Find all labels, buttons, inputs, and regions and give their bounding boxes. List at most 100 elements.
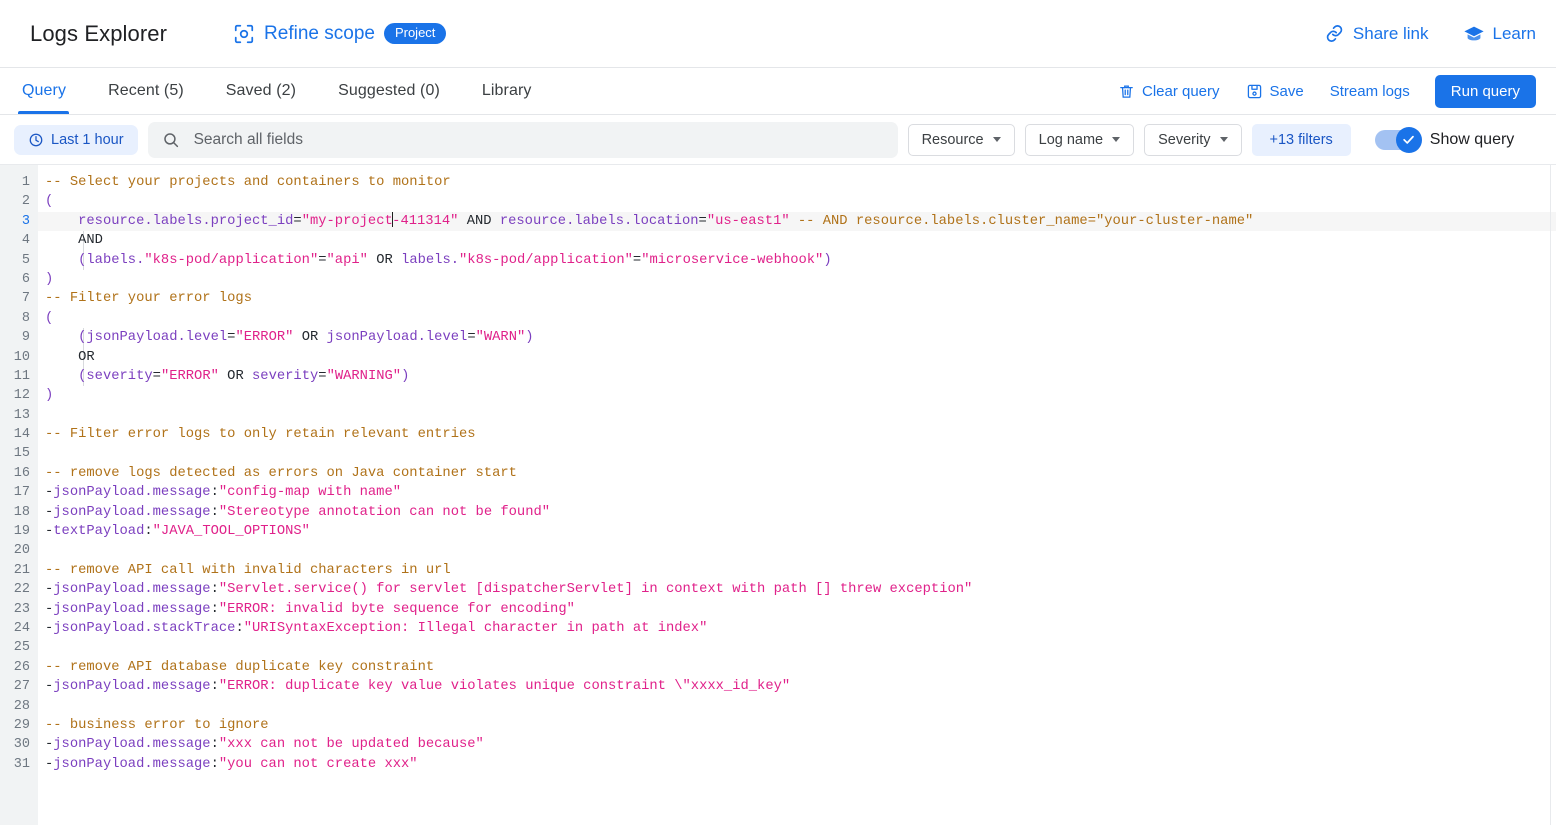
severity-filter-dropdown[interactable]: Severity bbox=[1144, 123, 1242, 156]
token-op: = bbox=[152, 368, 161, 384]
toggle-track[interactable] bbox=[1374, 126, 1422, 153]
scope-chip[interactable]: Project bbox=[383, 22, 447, 45]
token-op bbox=[45, 214, 78, 229]
line-number: 10 bbox=[13, 349, 30, 365]
code-line[interactable]: -- remove API call with invalid characte… bbox=[38, 561, 1556, 580]
code-line[interactable]: -jsonPayload.message:"xxx can not be upd… bbox=[38, 735, 1556, 754]
tab-suggested[interactable]: Suggested (0) bbox=[317, 68, 461, 114]
code-line[interactable]: -- Select your projects and containers t… bbox=[38, 173, 1556, 192]
editor-code-area[interactable]: -- Select your projects and containers t… bbox=[38, 165, 1556, 825]
stream-logs-button[interactable]: Stream logs bbox=[1317, 83, 1423, 100]
code-line[interactable]: ) bbox=[38, 386, 1556, 405]
code-line[interactable]: resource.labels.project_id="my-project-4… bbox=[38, 211, 1556, 232]
token-field: jsonPayload.message bbox=[53, 504, 211, 520]
code-line[interactable] bbox=[38, 541, 1556, 560]
code-line[interactable]: ) bbox=[38, 270, 1556, 289]
token-field: severity bbox=[252, 368, 319, 384]
show-query-label: Show query bbox=[1429, 130, 1515, 148]
line-number: 7 bbox=[21, 291, 30, 307]
chevron-down-icon bbox=[992, 137, 1001, 142]
code-line[interactable]: -jsonPayload.message:"Stereotype annotat… bbox=[38, 503, 1556, 522]
line-number: 9 bbox=[21, 330, 30, 346]
search-box[interactable] bbox=[147, 121, 898, 158]
code-line[interactable]: -jsonPayload.message:"ERROR: duplicate k… bbox=[38, 677, 1556, 696]
token-string: "config-map with name" bbox=[218, 485, 402, 501]
time-range-label: Last 1 hour bbox=[51, 131, 124, 148]
token-string: "ERROR: invalid byte sequence for encodi… bbox=[218, 601, 575, 617]
log-name-filter-label: Log name bbox=[1038, 131, 1104, 148]
more-filters-button[interactable]: +13 filters bbox=[1251, 123, 1351, 156]
code-line[interactable]: (severity="ERROR" OR severity="WARNING") bbox=[38, 367, 1556, 386]
code-line[interactable] bbox=[38, 697, 1556, 716]
clear-query-label: Clear query bbox=[1141, 82, 1220, 100]
code-line[interactable]: -- remove API database duplicate key con… bbox=[38, 658, 1556, 677]
token-op: : bbox=[235, 620, 244, 636]
stream-logs-label: Stream logs bbox=[1329, 82, 1410, 100]
token-op: : bbox=[210, 756, 219, 772]
tab-saved[interactable]: Saved (2) bbox=[205, 68, 317, 114]
token-string: "my-project bbox=[301, 213, 393, 229]
code-line[interactable] bbox=[38, 638, 1556, 657]
tabbar-spacer bbox=[552, 68, 1105, 114]
token-comment: -- Select your projects and containers t… bbox=[45, 175, 451, 190]
token-paren: ) bbox=[45, 271, 54, 287]
token-string: "us-east1" bbox=[706, 213, 790, 229]
share-link-button[interactable]: Share link bbox=[1324, 23, 1429, 44]
code-line[interactable] bbox=[38, 406, 1556, 425]
line-number: 25 bbox=[13, 640, 30, 656]
code-line[interactable]: OR bbox=[38, 348, 1556, 367]
line-number: 1 bbox=[21, 175, 30, 190]
token-string: "URISyntaxException: Illegal character i… bbox=[243, 620, 708, 636]
token-string: "ERROR" bbox=[160, 368, 219, 384]
line-number: 11 bbox=[13, 368, 30, 384]
run-query-button[interactable]: Run query bbox=[1434, 74, 1536, 108]
search-input[interactable] bbox=[191, 129, 884, 150]
token-paren: ( bbox=[45, 194, 54, 210]
token-comment: -- remove API database duplicate key con… bbox=[45, 659, 435, 675]
line-number: 14 bbox=[13, 427, 30, 443]
tab-recent-label: Recent (5) bbox=[108, 82, 184, 99]
save-button[interactable]: Save bbox=[1233, 83, 1317, 100]
resource-filter-dropdown[interactable]: Resource bbox=[907, 123, 1015, 156]
code-line[interactable]: -jsonPayload.message:"config-map with na… bbox=[38, 483, 1556, 502]
code-line[interactable]: -jsonPayload.stackTrace:"URISyntaxExcept… bbox=[38, 619, 1556, 638]
line-number: 27 bbox=[13, 679, 30, 695]
tab-query[interactable]: Query bbox=[0, 68, 87, 114]
query-editor[interactable]: 1 2 3 4 5 6 7 8 9 10 11 12 13 14 15 16 17 18 19 20 21 22 23 24 2… bbox=[0, 164, 1556, 825]
code-line[interactable]: (jsonPayload.level="ERROR" OR jsonPayloa… bbox=[38, 328, 1556, 347]
token-op: = bbox=[293, 213, 302, 229]
code-line[interactable]: -textPayload:"JAVA_TOOL_OPTIONS" bbox=[38, 522, 1556, 541]
code-line[interactable] bbox=[38, 444, 1556, 463]
save-label: Save bbox=[1269, 82, 1304, 100]
token-string: "Servlet.service() for servlet [dispatch… bbox=[218, 582, 973, 598]
tab-recent[interactable]: Recent (5) bbox=[87, 68, 205, 114]
code-line[interactable]: -- remove logs detected as errors on Jav… bbox=[38, 464, 1556, 483]
token-comment: -- business error to ignore bbox=[45, 717, 269, 733]
time-range-selector[interactable]: Last 1 hour bbox=[14, 124, 138, 155]
code-line[interactable]: -- Filter error logs to only retain rele… bbox=[38, 425, 1556, 444]
log-name-filter-dropdown[interactable]: Log name bbox=[1024, 123, 1135, 156]
code-line[interactable]: -jsonPayload.message:"you can not create… bbox=[38, 755, 1556, 774]
code-line[interactable]: -- business error to ignore bbox=[38, 716, 1556, 735]
line-number: 5 bbox=[21, 252, 30, 268]
line-number: 28 bbox=[13, 698, 30, 714]
line-number: 23 bbox=[13, 601, 30, 617]
tab-library[interactable]: Library bbox=[461, 68, 553, 114]
code-line[interactable]: -jsonPayload.message:"Servlet.service() … bbox=[38, 580, 1556, 599]
share-link-label: Share link bbox=[1352, 23, 1429, 43]
clear-query-button[interactable]: Clear query bbox=[1105, 83, 1233, 100]
code-line[interactable]: AND bbox=[38, 231, 1556, 250]
token-string: "ERROR" bbox=[235, 330, 294, 346]
code-line[interactable]: ( bbox=[38, 309, 1556, 328]
code-line[interactable]: -- Filter your error logs bbox=[38, 289, 1556, 308]
refine-scope-button[interactable]: Refine scope Project bbox=[233, 22, 447, 45]
code-line[interactable]: (labels."k8s-pod/application"="api" OR l… bbox=[38, 251, 1556, 270]
show-query-toggle[interactable]: Show query bbox=[1374, 126, 1515, 153]
link-icon bbox=[1324, 23, 1345, 44]
learn-button[interactable]: Learn bbox=[1463, 23, 1536, 45]
code-line[interactable]: -jsonPayload.message:"ERROR: invalid byt… bbox=[38, 600, 1556, 619]
token-string: "WARN" bbox=[475, 330, 526, 346]
token-comment: -- remove logs detected as errors on Jav… bbox=[45, 465, 517, 481]
code-line[interactable]: ( bbox=[38, 192, 1556, 211]
focus-target-icon bbox=[233, 23, 255, 45]
